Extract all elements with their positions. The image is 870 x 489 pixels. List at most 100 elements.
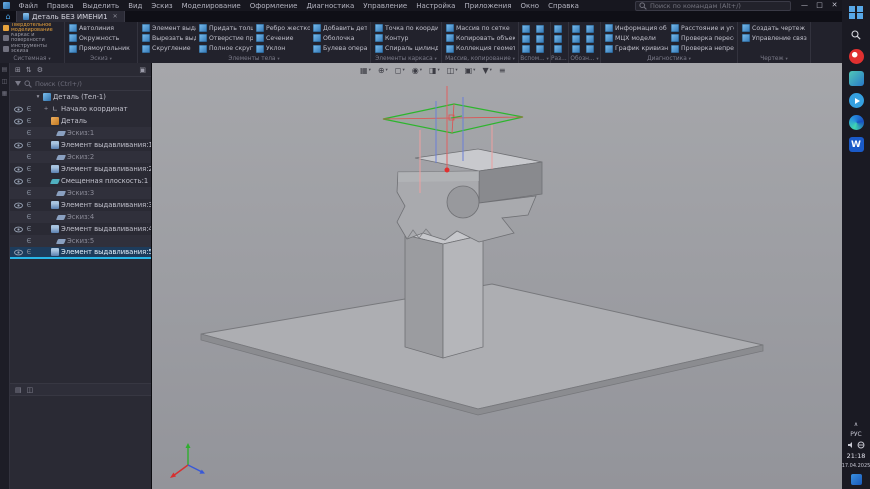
tab-close-icon[interactable]: ✕ [113, 13, 118, 20]
ribbon-button[interactable]: Точка по координатам [374, 23, 438, 33]
tree-panel-icon[interactable]: ▤ [2, 66, 8, 73]
ribbon-button[interactable]: График кривизны [604, 44, 668, 54]
ribbon-button[interactable]: Управление связанными [741, 33, 807, 43]
ribbon-icon-button[interactable] [522, 45, 530, 53]
params-panel-icon[interactable]: ▦ [2, 90, 8, 97]
ribbon-icon-button[interactable] [586, 45, 594, 53]
ribbon-button[interactable]: Элемент выдавливания [141, 23, 196, 33]
sort-tree-icon[interactable]: ⇅ [26, 66, 32, 74]
visibility-eye-icon[interactable] [13, 202, 23, 209]
ribbon-button[interactable]: Сечение [255, 33, 310, 43]
taskbar-search-icon[interactable] [849, 27, 864, 42]
visibility-eye-icon[interactable] [13, 142, 23, 149]
taskbar-edge-icon[interactable] [849, 115, 864, 130]
tree-row-2[interactable]: Є+∟Начало координат [10, 103, 151, 115]
ribbon-button[interactable]: Уклон [255, 44, 310, 54]
clock-time[interactable]: 21:18 [847, 452, 866, 460]
tree-row-11[interactable]: ЄЭскиз:4 [10, 211, 151, 223]
home-tab-button[interactable]: ⌂ [0, 11, 16, 22]
visibility-eye-icon[interactable] [13, 118, 23, 125]
visibility-eye-icon[interactable] [13, 178, 23, 185]
tree-row-1[interactable]: ▾Деталь (Тел-1) [10, 91, 151, 103]
language-indicator[interactable]: РУС [850, 431, 861, 438]
tree-row-3[interactable]: ЄДеталь [10, 115, 151, 127]
menu-item-12[interactable]: Окно [516, 2, 544, 10]
taskbar-telegram-icon[interactable] [849, 93, 864, 108]
visibility-eye-icon[interactable] [13, 226, 23, 233]
volume-icon[interactable] [847, 441, 855, 449]
ribbon-button[interactable]: Коллекция геометрии [445, 44, 515, 54]
tree-row-9[interactable]: ЄЭскиз:3 [10, 187, 151, 199]
ribbon-button[interactable]: Автолиния [68, 23, 134, 33]
display-mode-button[interactable]: ◉▾ [410, 65, 424, 76]
menu-item-2[interactable]: Правка [42, 2, 78, 10]
menu-item-10[interactable]: Настройка [412, 2, 460, 10]
menu-item-13[interactable]: Справка [544, 2, 584, 10]
clip-planes-button[interactable]: ▣▾ [463, 65, 478, 76]
ribbon-button[interactable]: Полное скругление [198, 44, 253, 54]
taskbar-explorer-icon[interactable] [849, 71, 864, 86]
menu-item-7[interactable]: Оформление [245, 2, 302, 10]
taskbar-word-icon[interactable]: W [849, 137, 864, 152]
ribbon-button[interactable]: Проверка пересечений [670, 33, 734, 43]
ribbon-button[interactable]: МЦХ модели [604, 33, 668, 43]
minimize-button[interactable]: — [797, 0, 812, 11]
expander-icon[interactable]: + [43, 106, 49, 112]
command-search-input[interactable]: Поиск по командам (Alt+/) [635, 1, 791, 11]
menu-item-8[interactable]: Диагностика [302, 2, 359, 10]
ribbon-button[interactable]: Проверка непрерывности [670, 44, 734, 54]
tree-settings-icon[interactable]: ⚙ [37, 66, 43, 74]
menu-item-9[interactable]: Управление [359, 2, 412, 10]
ribbon-button[interactable]: Скругление [141, 44, 196, 54]
visibility-eye-icon[interactable] [13, 106, 23, 113]
ribbon-button[interactable]: Добавить деталь-заготовку [312, 23, 367, 33]
document-tab[interactable]: Деталь БЕЗ ИМЕНИ1 ✕ [16, 11, 125, 22]
tree-row-12[interactable]: ЄЭлемент выдавливания:4 [10, 223, 151, 235]
taskbar-yandex-browser-icon[interactable] [849, 49, 864, 64]
tree-row-5[interactable]: ЄЭлемент выдавливания:1 [10, 139, 151, 151]
ribbon-button[interactable]: Копировать объекты [445, 33, 515, 43]
expander-icon[interactable]: ▾ [35, 94, 41, 100]
taskbar-start-icon[interactable] [849, 5, 864, 20]
ribbon-button[interactable]: Придать толщину [198, 23, 253, 33]
ribbon-icon-button[interactable] [536, 25, 544, 33]
ribbon-button[interactable]: Спираль цилиндрическая [374, 44, 438, 54]
ribbon-button[interactable]: Отверстие простое [198, 33, 253, 43]
menu-item-6[interactable]: Моделирование [177, 2, 245, 10]
ribbon-button[interactable]: Прямоугольник [68, 44, 134, 54]
ribbon-button[interactable]: Булева операция [312, 44, 367, 54]
tray-expand-icon[interactable]: ∧ [854, 421, 858, 428]
ribbon-button[interactable]: Расстояние и угол [670, 23, 734, 33]
ribbon-icon-button[interactable] [586, 35, 594, 43]
more-tools-button[interactable]: ≡ [497, 65, 508, 76]
tree-row-8[interactable]: ЄСмещенная плоскость:1 [10, 175, 151, 187]
parameters-panel-icon[interactable]: ▤ [15, 386, 22, 394]
close-button[interactable]: ✕ [827, 0, 842, 11]
properties-panel-icon[interactable]: ◫ [27, 386, 34, 394]
notification-center-icon[interactable] [851, 474, 862, 485]
ribbon-icon-button[interactable] [536, 45, 544, 53]
current-plane-button[interactable]: ▦▾ [358, 65, 373, 76]
ribbon-icon-button[interactable] [554, 25, 562, 33]
network-icon[interactable] [857, 441, 865, 449]
ribbon-button[interactable]: Окружность [68, 33, 134, 43]
3d-viewport[interactable]: ▦▾⊕▾◻▾◉▾◨▾◫▾▣▾▼▾≡ [152, 63, 842, 489]
workspace-mode-1[interactable]: Твердотельное моделирование [3, 23, 61, 33]
ribbon-button[interactable]: Информация об объекте [604, 23, 668, 33]
ribbon-icon-button[interactable] [554, 35, 562, 43]
tree-search-input[interactable]: Поиск (Ctrl+/) [10, 77, 151, 91]
ribbon-icon-button[interactable] [554, 45, 562, 53]
filter-button[interactable]: ▼▾ [480, 65, 493, 76]
tree-row-6[interactable]: ЄЭскиз:2 [10, 151, 151, 163]
snap-settings-button[interactable]: ⊕▾ [376, 65, 390, 76]
ribbon-button[interactable]: Создать чертеж по модели [741, 23, 807, 33]
visibility-eye-icon[interactable] [13, 166, 23, 173]
clock-date[interactable]: 17.04.2025 [842, 463, 870, 469]
menu-item-5[interactable]: Эскиз [147, 2, 177, 10]
menu-item-3[interactable]: Выделить [78, 2, 124, 10]
ribbon-button[interactable]: Контур [374, 33, 438, 43]
tree-row-13[interactable]: ЄЭскиз:5 [10, 235, 151, 247]
visibility-eye-icon[interactable] [13, 249, 23, 256]
workspace-mode-2[interactable]: Каркас и поверхности [3, 33, 61, 43]
ribbon-icon-button[interactable] [586, 25, 594, 33]
